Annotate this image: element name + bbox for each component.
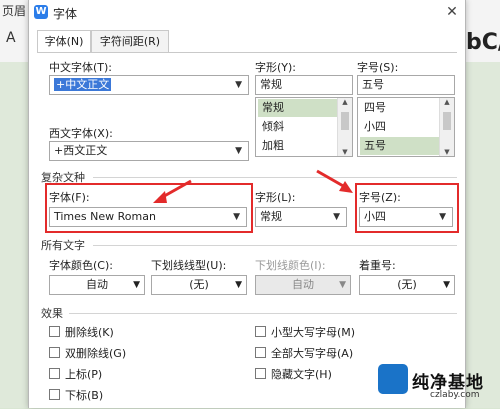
font-tab-panel: 中文字体(T): +中文正文 ▼ 字形(Y): 常规 常规 倾斜 加粗 ▲ ▼ … [37,52,459,409]
scroll-thumb[interactable] [341,112,349,130]
hidden-text-checkbox[interactable] [255,368,266,379]
complex-style-value: 常规 [260,210,282,223]
chevron-down-icon: ▼ [235,80,242,90]
underline-color-value: 自动 [292,278,314,291]
scroll-thumb[interactable] [443,112,451,130]
size-label: 字号(S): [357,61,399,74]
size-list[interactable]: 四号 小四 五号 ▲ ▼ [357,97,455,157]
watermark-url: czlaby.com [430,390,480,400]
size-option[interactable]: 四号 [360,99,442,117]
style-option[interactable]: 加粗 [258,137,340,155]
size-list-scrollbar[interactable]: ▲ ▼ [439,98,454,156]
size-input[interactable]: 五号 [357,75,455,95]
subscript-checkbox[interactable] [49,389,60,400]
style-preview-text: bC/ [466,30,500,55]
close-icon[interactable]: ✕ [443,3,461,21]
emphasis-label: 着重号: [359,259,396,272]
complex-font-label: 字体(F): [49,191,90,204]
font-color-icon[interactable]: A [6,30,16,46]
western-font-value: +西文正文 [54,144,108,157]
all-caps-checkbox[interactable] [255,347,266,358]
double-strikethrough-checkbox[interactable] [49,347,60,358]
all-caps-label: 全部大写字母(A) [271,347,354,360]
chevron-down-icon: ▼ [333,212,340,222]
tab-character-spacing[interactable]: 字符间距(R) [91,30,169,52]
chinese-font-select[interactable]: +中文正文 ▼ [49,75,249,95]
font-color-value: 自动 [86,278,108,291]
scroll-down-icon[interactable]: ▼ [440,148,454,156]
strikethrough-checkbox[interactable] [49,326,60,337]
scroll-up-icon[interactable]: ▲ [338,98,352,106]
style-option[interactable]: 倾斜 [258,118,340,136]
style-input[interactable]: 常规 [255,75,353,95]
chinese-font-label: 中文字体(T): [49,61,113,74]
dialog-title: 字体 [53,7,78,21]
scroll-down-icon[interactable]: ▼ [338,148,352,156]
small-caps-label: 小型大写字母(M) [271,326,356,339]
emphasis-value: (无) [397,278,417,291]
red-arrow-icon [153,179,192,203]
subscript-label: 下标(B) [65,389,104,402]
font-color-label: 字体颜色(C): [49,259,113,272]
font-color-select[interactable]: 自动 ▼ [49,275,145,295]
effects-section-title: 效果 [41,307,63,320]
complex-size-label: 字号(Z): [359,191,401,204]
hidden-text-label: 隐藏文字(H) [271,368,332,381]
complex-size-select[interactable]: 小四 ▼ [359,207,453,227]
style-option[interactable]: 常规 [258,99,340,117]
chinese-font-value: +中文正文 [54,78,112,91]
chevron-down-icon: ▼ [233,212,240,222]
font-dialog: W 字体 ✕ 字体(N) 字符间距(R) 中文字体(T): +中文正文 ▼ 字形… [28,0,466,408]
complex-size-value: 小四 [364,210,386,223]
complex-style-label: 字形(L): [255,191,296,204]
section-divider [93,245,457,246]
style-label: 字形(Y): [255,61,297,74]
section-divider [69,313,457,314]
chevron-down-icon: ▼ [235,146,242,156]
all-text-section-title: 所有文字 [41,239,85,252]
small-caps-checkbox[interactable] [255,326,266,337]
size-option[interactable]: 五号 [360,137,442,155]
style-list-scrollbar[interactable]: ▲ ▼ [337,98,352,156]
western-font-select[interactable]: +西文正文 ▼ [49,141,249,161]
tab-font[interactable]: 字体(N) [37,30,91,53]
underline-color-label: 下划线颜色(I): [255,259,326,272]
header-text: 页眉 [2,4,27,18]
double-strikethrough-label: 双删除线(G) [65,347,127,360]
western-font-label: 西文字体(X): [49,127,113,140]
dialog-titlebar: W 字体 ✕ [29,0,465,24]
complex-font-select[interactable]: Times New Roman ▼ [49,207,247,227]
chevron-down-icon: ▼ [339,280,346,290]
complex-font-value: Times New Roman [54,210,156,223]
underline-type-select[interactable]: (无) ▼ [151,275,247,295]
superscript-label: 上标(P) [65,368,103,381]
underline-type-label: 下划线线型(U): [151,259,227,272]
wps-logo-icon: W [34,5,48,19]
underline-color-select: 自动 ▼ [255,275,351,295]
scroll-up-icon[interactable]: ▲ [440,98,454,106]
watermark-logo-icon [378,364,408,394]
chevron-down-icon: ▼ [443,280,450,290]
size-option[interactable]: 小四 [360,118,442,136]
chevron-down-icon: ▼ [133,280,140,290]
complex-style-select[interactable]: 常规 ▼ [255,207,347,227]
underline-type-value: (无) [189,278,209,291]
emphasis-select[interactable]: (无) ▼ [359,275,455,295]
strikethrough-label: 删除线(K) [65,326,114,339]
chevron-down-icon: ▼ [439,212,446,222]
style-list[interactable]: 常规 倾斜 加粗 ▲ ▼ [255,97,353,157]
chevron-down-icon: ▼ [235,280,242,290]
superscript-checkbox[interactable] [49,368,60,379]
red-arrow-icon [316,169,353,193]
